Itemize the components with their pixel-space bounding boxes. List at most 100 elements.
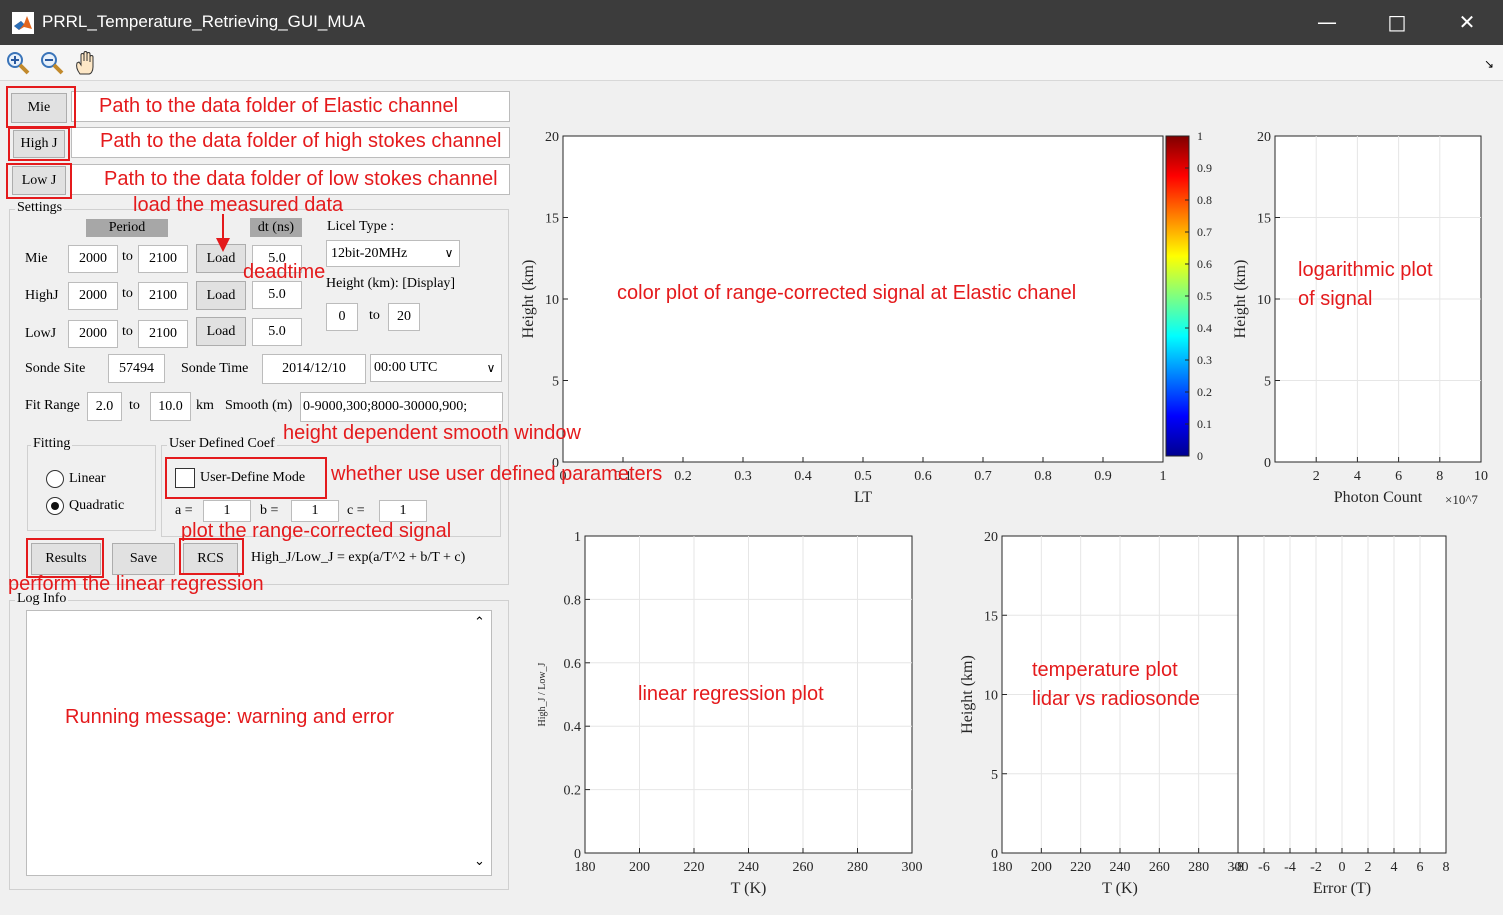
close-button[interactable]: ✕	[1437, 0, 1497, 45]
x-tick-label: 300	[902, 860, 923, 875]
y-tick-label: 0.4	[564, 720, 582, 735]
log-textarea[interactable]: ⌃ ⌄	[26, 610, 492, 876]
y-axis-label: High_J / Low_J	[537, 662, 548, 726]
x-tick-label: 220	[684, 860, 705, 875]
row-mie-label: Mie	[25, 251, 48, 266]
to-label: to	[369, 308, 380, 323]
log-scrollbar[interactable]: ⌃ ⌄	[469, 611, 491, 875]
c-label: c =	[347, 503, 365, 518]
annotation-highj-path: Path to the data folder of high stokes c…	[100, 130, 502, 152]
minimize-button[interactable]: —	[1297, 0, 1357, 45]
highj-period-to-input[interactable]: 2100	[138, 282, 188, 310]
highj-dt-input[interactable]: 5.0	[252, 281, 302, 309]
y-tick-label: 15	[545, 212, 559, 227]
lowj-period-to-input[interactable]: 2100	[138, 320, 188, 348]
b-label: b =	[260, 503, 279, 518]
annotation-user-defined: whether use user defined parameters	[331, 463, 663, 485]
x-tick-label: 0.3	[734, 469, 752, 484]
x-tick-label: 0.8	[1034, 469, 1052, 484]
x-axis-label: Error (T)	[1313, 880, 1371, 897]
y-tick-label: 5	[991, 768, 998, 783]
scroll-down-icon[interactable]: ⌄	[474, 854, 485, 869]
mie-period-from-input[interactable]: 2000	[68, 245, 118, 273]
y-tick-label: 1	[574, 530, 581, 545]
y-tick-label: 0.2	[564, 784, 582, 799]
save-button[interactable]: Save	[112, 543, 175, 575]
x-tick-label: 0.6	[914, 469, 932, 484]
x-tick-label: 200	[1031, 860, 1052, 875]
mie-period-to-input[interactable]: 2100	[138, 245, 188, 273]
x-tick-label: 180	[575, 860, 596, 875]
annotation-regression: perform the linear regression	[8, 573, 264, 595]
x-axis-label: LT	[854, 489, 872, 506]
figure-toolbar: ↘	[0, 45, 1503, 81]
a-label: a =	[175, 503, 193, 518]
x-tick-label: -4	[1284, 860, 1296, 875]
annotation-log: Running message: warning and error	[65, 706, 395, 728]
sonde-hour-dropdown[interactable]: 00:00 UTC ∨	[370, 354, 502, 382]
x-tick-label: 2	[1365, 860, 1372, 875]
x-tick-label: 0	[1339, 860, 1346, 875]
annotation-lowj-path: Path to the data folder of low stokes ch…	[104, 168, 498, 190]
x-tick-label: 240	[1110, 860, 1131, 875]
colorbar-tick-label: 0.6	[1197, 257, 1212, 271]
annotation-temp-plot-1: temperature plot	[1032, 659, 1178, 681]
x-tick-label: 1	[1160, 469, 1167, 484]
x-tick-label: 260	[793, 860, 814, 875]
plot-area	[1237, 535, 1447, 854]
y-tick-label: 15	[984, 609, 998, 624]
lowj-dt-input[interactable]: 5.0	[252, 318, 302, 346]
coef-c-input[interactable]: 1	[379, 500, 427, 522]
smooth-label: Smooth (m)	[225, 398, 293, 413]
colorbar	[1165, 135, 1190, 457]
height-to-input[interactable]: 20	[388, 303, 420, 331]
sonde-date-input[interactable]: 2014/12/10	[262, 354, 366, 384]
y-axis-label: Height (km)	[1232, 260, 1249, 339]
y-tick-label: 0	[1264, 456, 1271, 471]
coef-b-input[interactable]: 1	[291, 500, 339, 522]
fit-range-from-input[interactable]: 2.0	[87, 392, 122, 421]
lowj-load-button[interactable]: Load	[196, 317, 246, 346]
x-exponent-label: ×10^7	[1445, 492, 1478, 507]
annotation-linreg-plot: linear regression plot	[638, 683, 824, 705]
annotation-temp-plot-2: lidar vs radiosonde	[1032, 688, 1200, 710]
y-tick-label: 10	[545, 293, 559, 308]
highj-period-from-input[interactable]: 2000	[68, 282, 118, 310]
sonde-site-input[interactable]: 57494	[108, 354, 165, 383]
to-label: to	[122, 324, 133, 339]
annotation-rcs: plot the range-corrected signal	[181, 520, 452, 542]
smooth-window-input[interactable]: 0-9000,300;8000-30000,900;	[300, 392, 503, 422]
x-tick-label: 0.2	[674, 469, 692, 484]
x-tick-label: 6	[1417, 860, 1424, 875]
linear-label: Linear	[69, 471, 106, 486]
highj-load-button[interactable]: Load	[196, 281, 246, 310]
licel-type-dropdown[interactable]: 12bit-20MHz ∨	[326, 240, 460, 267]
linear-radio[interactable]	[46, 470, 64, 488]
y-tick-label: 5	[1264, 375, 1271, 390]
formula-label: High_J/Low_J = exp(a/T^2 + b/T + c)	[251, 550, 466, 565]
x-tick-label: 240	[738, 860, 759, 875]
colorbar-tick-label: 0	[1197, 449, 1203, 463]
fit-range-to-input[interactable]: 10.0	[150, 392, 191, 421]
quadratic-label: Quadratic	[69, 498, 125, 513]
x-tick-label: 4	[1354, 469, 1361, 484]
y-tick-label: 20	[1257, 130, 1271, 145]
pan-hand-icon[interactable]	[73, 50, 99, 76]
dock-arrow-icon[interactable]: ↘	[1484, 57, 1494, 71]
zoom-in-icon[interactable]	[5, 50, 31, 76]
maximize-button[interactable]: □	[1367, 0, 1427, 45]
x-axis-label: T (K)	[731, 880, 767, 897]
scroll-up-icon[interactable]: ⌃	[474, 615, 485, 630]
x-axis-label: T (K)	[1102, 880, 1138, 897]
zoom-out-icon[interactable]	[39, 50, 65, 76]
arrow-down-icon	[216, 214, 230, 252]
x-tick-label: 0.9	[1094, 469, 1112, 484]
to-label: to	[122, 249, 133, 264]
quadratic-radio[interactable]	[46, 497, 64, 515]
y-axis-label: Height (km)	[959, 655, 976, 734]
lowj-period-from-input[interactable]: 2000	[68, 320, 118, 348]
coef-a-input[interactable]: 1	[203, 500, 251, 522]
height-from-input[interactable]: 0	[326, 303, 358, 331]
km-label: km	[196, 398, 214, 413]
colorbar-tick-label: 0.8	[1197, 193, 1212, 207]
